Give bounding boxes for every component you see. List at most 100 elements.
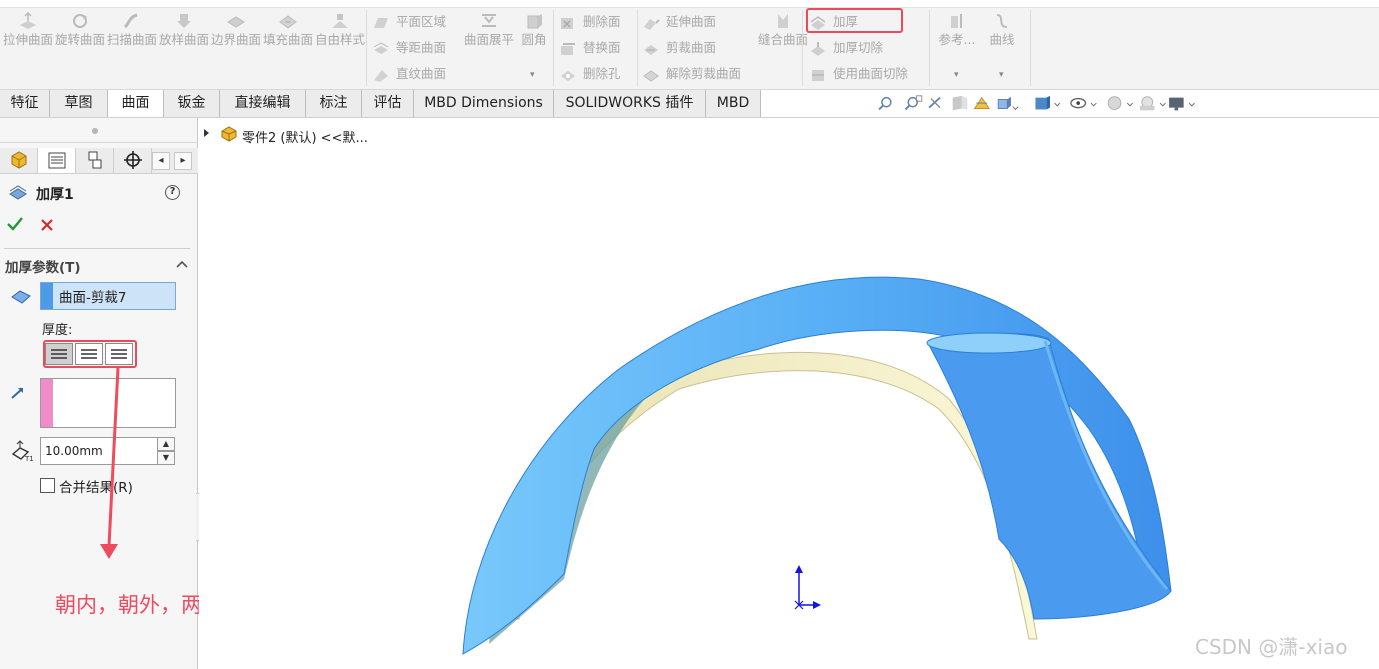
thicken-highlight-box [806, 8, 903, 33]
surface-selection-icon [11, 290, 31, 304]
knit-surface-icon [778, 14, 788, 28]
extruded-surface-icon [20, 12, 36, 29]
extend-surface-button[interactable]: 延伸曲面 [642, 10, 716, 34]
edit-appearance-icon[interactable] [1107, 96, 1134, 110]
thicken-cut-button[interactable]: 加厚切除 [809, 36, 883, 60]
dynamic-annotation-icon[interactable] [973, 96, 990, 109]
annotation-arrow [100, 367, 120, 559]
surface-cut-button[interactable]: 使用曲面切除 [809, 62, 908, 86]
tab-dimxpert-manager[interactable] [114, 148, 152, 173]
thickness-decrement-button[interactable]: ▼ [157, 451, 175, 465]
panel-divider [0, 142, 198, 143]
lofted-surface-icon [177, 14, 191, 28]
section-divider [4, 248, 190, 249]
ribbon-separator [553, 10, 554, 86]
thicken-side2-button[interactable] [75, 343, 103, 365]
thicken-side1-button[interactable] [45, 343, 73, 365]
tab-property-manager[interactable] [38, 148, 76, 173]
coordinate-triad [794, 565, 821, 610]
delete-hole-button[interactable]: 删除孔 [559, 62, 621, 86]
selected-surface-item[interactable]: 曲面-剪裁7 [59, 286, 126, 306]
apply-scene-icon[interactable] [1140, 96, 1166, 111]
ok-button[interactable] [6, 216, 24, 232]
cancel-button[interactable] [40, 218, 54, 232]
curves-dropdown-icon[interactable]: ▾ [999, 70, 1004, 80]
fillet-button[interactable]: 圆角 [512, 10, 556, 49]
tabs-scroll-right-button[interactable]: ▸ [174, 152, 192, 170]
revolved-surface-button[interactable]: 旋转曲面 [55, 10, 105, 49]
feature-title: 加厚1 [36, 187, 74, 203]
tabs-scroll-left-button[interactable]: ◂ [152, 152, 170, 170]
tab-sketch[interactable]: 草图 [50, 90, 108, 117]
previous-view-icon[interactable] [928, 96, 941, 109]
fillet-icon [527, 14, 542, 29]
reference-dropdown-icon[interactable]: ▾ [954, 70, 959, 80]
replace-face-icon [561, 42, 575, 55]
ribbon-separator [802, 10, 803, 86]
zoom-area-icon[interactable] [904, 95, 923, 111]
delete-face-button[interactable]: 删除面 [559, 10, 621, 34]
thicken-parameters-header[interactable]: 加厚参数(T) [5, 256, 81, 276]
planar-surface-icon [374, 17, 388, 28]
help-button[interactable]: ? [165, 185, 180, 200]
trim-surface-icon [644, 44, 658, 55]
merge-result-checkbox[interactable] [40, 478, 55, 493]
offset-surface-button[interactable]: 等距曲面 [372, 36, 446, 60]
boundary-surface-icon [227, 16, 245, 28]
revolved-surface-icon [73, 14, 87, 28]
hide-show-items-icon[interactable] [1070, 97, 1097, 109]
thicken-both-sides-button[interactable] [105, 343, 133, 365]
boundary-surface-button[interactable]: 边界曲面 [211, 10, 261, 49]
delete-hole-icon [561, 70, 575, 81]
tab-features[interactable]: 特征 [0, 90, 50, 117]
direction-arrow-icon [11, 388, 23, 399]
tab-evaluate[interactable]: 评估 [362, 90, 414, 117]
planar-surface-button[interactable]: 平面区域 [372, 10, 446, 34]
manager-tabs: ◂ ▸ [0, 148, 198, 174]
reference-geometry-button[interactable]: 参考... [932, 10, 982, 49]
surface-flatten-button[interactable]: 曲面展平 [464, 10, 514, 49]
tab-feature-manager[interactable] [0, 148, 38, 173]
filled-surface-button[interactable]: 填充曲面 [263, 10, 313, 49]
swept-surface-icon [123, 13, 138, 29]
filled-surface-icon [279, 15, 297, 29]
view-settings-icon[interactable] [1169, 97, 1195, 111]
tab-surfaces[interactable]: 曲面 [108, 90, 164, 117]
ruled-surface-button[interactable]: 直纹曲面 [372, 62, 446, 86]
fillet-dropdown-icon[interactable]: ▾ [530, 70, 535, 80]
thicken-3d-model [462, 276, 1172, 655]
extruded-surface-button[interactable]: 拉伸曲面 [3, 10, 53, 49]
curves-icon [996, 14, 1008, 28]
freeform-button[interactable]: 自由样式 [315, 10, 365, 49]
panel-splitter-handle[interactable] [92, 128, 98, 134]
command-manager-tabs: 特征 草图 曲面 钣金 直接编辑 标注 评估 MBD Dimensions SO… [0, 90, 1379, 118]
lofted-surface-button[interactable]: 放样曲面 [159, 10, 209, 49]
tab-markup[interactable]: 标注 [306, 90, 362, 117]
zoom-to-fit-icon[interactable] [878, 96, 892, 111]
replace-face-button[interactable]: 替换面 [559, 36, 621, 60]
knit-surface-button[interactable]: 缝合曲面 [758, 10, 808, 49]
ribbon-top-strip [0, 0, 1379, 8]
tab-sheet-metal[interactable]: 钣金 [164, 90, 220, 117]
untrim-surface-icon [643, 69, 659, 82]
surface-selection-box[interactable]: 曲面-剪裁7 [40, 282, 176, 310]
ribbon-separator [929, 10, 930, 86]
tab-direct-editing[interactable]: 直接编辑 [220, 90, 306, 117]
tab-configuration-manager[interactable] [76, 148, 114, 173]
offset-surface-icon [373, 41, 389, 54]
trim-surface-button[interactable]: 剪裁曲面 [642, 36, 716, 60]
svg-text:T1: T1 [24, 455, 34, 462]
display-style-icon[interactable] [1035, 95, 1061, 110]
reference-geometry-icon [951, 14, 962, 28]
swept-surface-button[interactable]: 扫描曲面 [107, 10, 157, 49]
tab-mbd[interactable]: MBD [706, 90, 761, 117]
curves-button[interactable]: 曲线 [977, 10, 1027, 49]
tab-mbd-dimensions[interactable]: MBD Dimensions [414, 90, 554, 117]
view-orientation-icon[interactable] [997, 96, 1019, 111]
collapse-chevron-icon[interactable] [176, 260, 188, 268]
graphics-area[interactable]: 零件2 (默认) <<默... CSDN @潇-xiao [199, 119, 1379, 669]
thickness-increment-button[interactable]: ▲ [157, 437, 175, 451]
untrim-surface-button[interactable]: 解除剪裁曲面 [642, 62, 741, 86]
tab-solidworks-addins[interactable]: SOLIDWORKS 插件 [554, 90, 706, 117]
section-view-icon[interactable] [952, 95, 968, 111]
